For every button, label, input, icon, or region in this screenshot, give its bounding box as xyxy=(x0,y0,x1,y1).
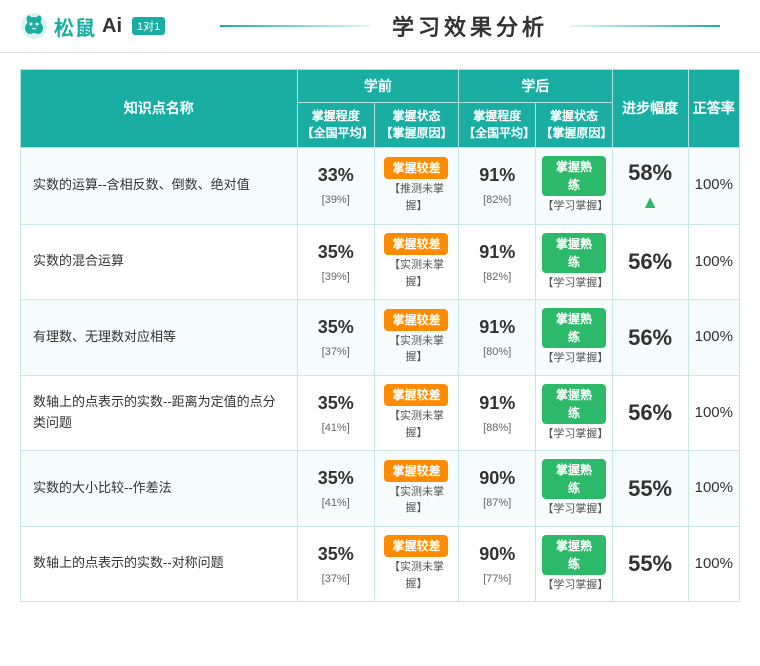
cell-knowledge-name: 实数的混合运算 xyxy=(21,224,298,300)
logo-ai-text: Ai xyxy=(102,15,122,38)
cell-after-badge: 掌握熟练【学习掌握】 xyxy=(536,300,612,376)
cell-before-pct: 35%[39%] xyxy=(297,224,374,300)
cell-progress: 58% ▲ xyxy=(612,147,688,224)
cell-correct-rate: 100% xyxy=(688,375,739,451)
table-row: 实数的混合运算35%[39%]掌握较差【实测未掌握】91%[82%]掌握熟练【学… xyxy=(21,224,740,300)
cell-progress: 55% xyxy=(612,451,688,527)
cell-after-pct: 90%[87%] xyxy=(459,451,536,527)
cell-after-badge: 掌握熟练【学习掌握】 xyxy=(536,375,612,451)
cell-correct-rate: 100% xyxy=(688,147,739,224)
cell-after-badge: 掌握熟练【学习掌握】 xyxy=(536,147,612,224)
results-table: 知识点名称 学前 学后 进步幅度 正答率 掌握程度 【全国平均】 掌握状态 【掌… xyxy=(20,69,740,602)
cell-before-pct: 35%[41%] xyxy=(297,451,374,527)
cell-progress: 56% xyxy=(612,375,688,451)
cell-after-pct: 91%[82%] xyxy=(459,147,536,224)
cell-after-pct: 91%[82%] xyxy=(459,224,536,300)
cell-knowledge-name: 有理数、无理数对应相等 xyxy=(21,300,298,376)
divider-left xyxy=(220,25,370,27)
col-progress: 进步幅度 xyxy=(612,70,688,148)
cell-after-pct: 90%[77%] xyxy=(459,526,536,602)
cell-before-badge: 掌握较差【实测未掌握】 xyxy=(374,526,458,602)
cell-before-pct: 33%[39%] xyxy=(297,147,374,224)
cell-after-badge: 掌握熟练【学习掌握】 xyxy=(536,451,612,527)
col-name: 知识点名称 xyxy=(21,70,298,148)
cell-after-badge: 掌握熟练【学习掌握】 xyxy=(536,526,612,602)
logo-text: 松鼠 xyxy=(54,12,96,41)
page-title: 学习效果分析 xyxy=(390,10,550,42)
sub-before-mastery: 掌握程度 【全国平均】 xyxy=(297,103,374,148)
cell-correct-rate: 100% xyxy=(688,224,739,300)
table-row: 有理数、无理数对应相等35%[37%]掌握较差【实测未掌握】91%[80%]掌握… xyxy=(21,300,740,376)
cell-before-pct: 35%[37%] xyxy=(297,300,374,376)
cell-knowledge-name: 数轴上的点表示的实数--距离为定值的点分类问题 xyxy=(21,375,298,451)
col-correct: 正答率 xyxy=(688,70,739,148)
cell-before-pct: 35%[41%] xyxy=(297,375,374,451)
table-wrapper: 知识点名称 学前 学后 进步幅度 正答率 掌握程度 【全国平均】 掌握状态 【掌… xyxy=(0,53,760,618)
cell-before-badge: 掌握较差【实测未掌握】 xyxy=(374,300,458,376)
badge-1v1: 1对1 xyxy=(132,17,165,35)
cell-correct-rate: 100% xyxy=(688,526,739,602)
cell-after-pct: 91%[80%] xyxy=(459,300,536,376)
cell-correct-rate: 100% xyxy=(688,300,739,376)
cell-after-pct: 91%[88%] xyxy=(459,375,536,451)
cell-progress: 56% xyxy=(612,224,688,300)
col-before: 学前 xyxy=(297,70,458,103)
logo-area: 松鼠 Ai 1对1 xyxy=(20,12,200,41)
sub-before-state: 掌握状态 【掌握原因】 xyxy=(374,103,458,148)
cell-after-badge: 掌握熟练【学习掌握】 xyxy=(536,224,612,300)
table-header-top: 知识点名称 学前 学后 进步幅度 正答率 xyxy=(21,70,740,103)
table-row: 数轴上的点表示的实数--对称问题35%[37%]掌握较差【实测未掌握】90%[7… xyxy=(21,526,740,602)
sub-after-state: 掌握状态 【掌握原因】 xyxy=(536,103,612,148)
table-body: 实数的运算--含相反数、倒数、绝对值33%[39%]掌握较差【推测未掌握】91%… xyxy=(21,147,740,602)
col-after: 学后 xyxy=(459,70,613,103)
cell-knowledge-name: 实数的运算--含相反数、倒数、绝对值 xyxy=(21,147,298,224)
table-row: 数轴上的点表示的实数--距离为定值的点分类问题35%[41%]掌握较差【实测未掌… xyxy=(21,375,740,451)
table-row: 实数的运算--含相反数、倒数、绝对值33%[39%]掌握较差【推测未掌握】91%… xyxy=(21,147,740,224)
cell-before-pct: 35%[37%] xyxy=(297,526,374,602)
page-header: 松鼠 Ai 1对1 学习效果分析 xyxy=(0,0,760,53)
cell-before-badge: 掌握较差【推测未掌握】 xyxy=(374,147,458,224)
table-row: 实数的大小比较--作差法35%[41%]掌握较差【实测未掌握】90%[87%]掌… xyxy=(21,451,740,527)
cell-knowledge-name: 实数的大小比较--作差法 xyxy=(21,451,298,527)
sub-after-mastery: 掌握程度 【全国平均】 xyxy=(459,103,536,148)
cell-before-badge: 掌握较差【实测未掌握】 xyxy=(374,224,458,300)
cell-progress: 56% xyxy=(612,300,688,376)
cell-progress: 55% xyxy=(612,526,688,602)
squirrel-icon xyxy=(20,12,48,40)
divider-right xyxy=(570,25,720,27)
cell-before-badge: 掌握较差【实测未掌握】 xyxy=(374,451,458,527)
cell-before-badge: 掌握较差【实测未掌握】 xyxy=(374,375,458,451)
up-arrow-icon: ▲ xyxy=(641,192,659,212)
cell-knowledge-name: 数轴上的点表示的实数--对称问题 xyxy=(21,526,298,602)
cell-correct-rate: 100% xyxy=(688,451,739,527)
